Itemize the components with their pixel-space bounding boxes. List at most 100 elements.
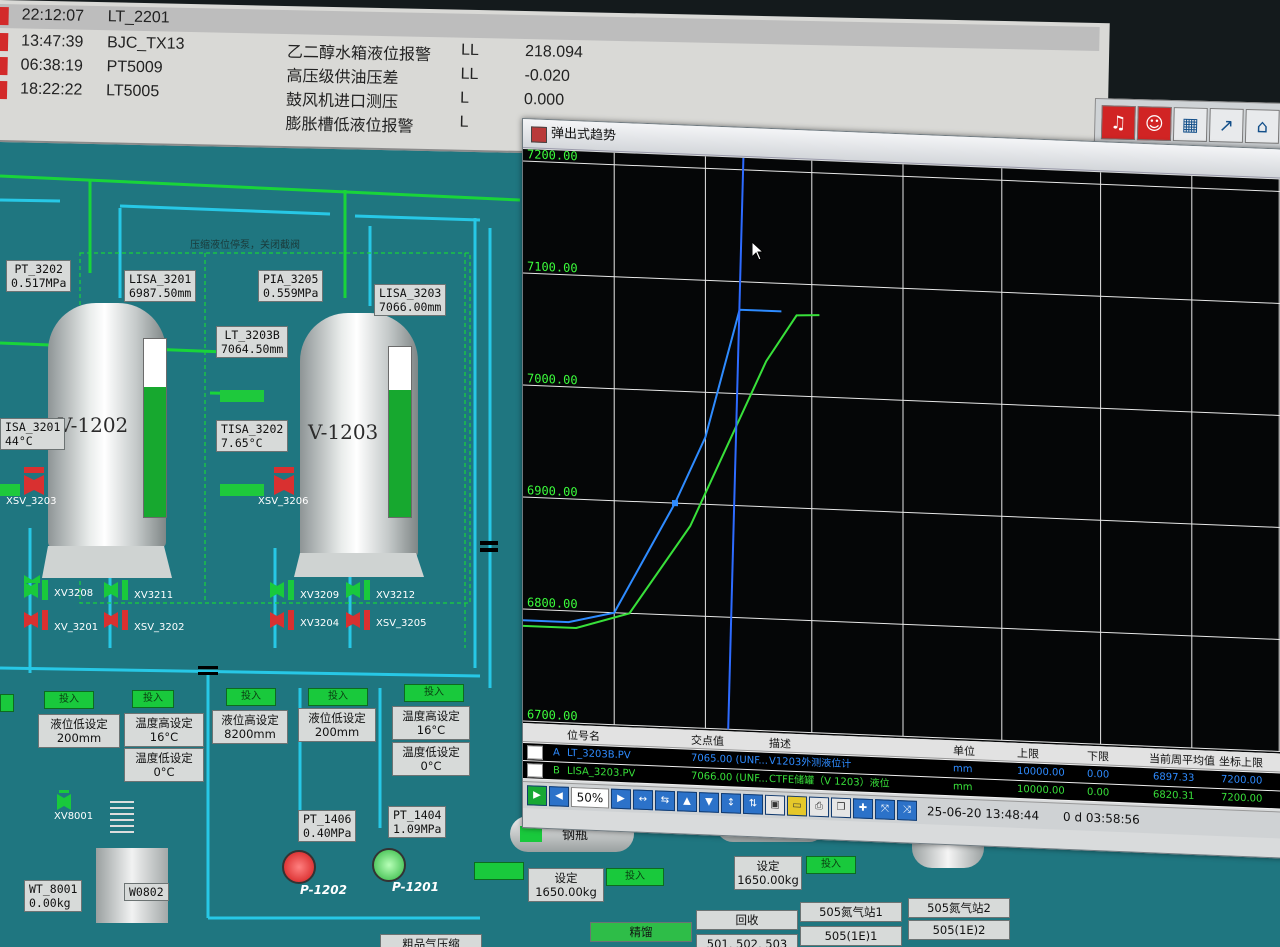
- trend-window-icon: [531, 126, 547, 144]
- scroll-right-icon[interactable]: ▶: [611, 788, 631, 810]
- alarm-person-icon[interactable]: ☺: [1136, 106, 1172, 142]
- scroll-left-icon[interactable]: ◀: [549, 786, 569, 807]
- table-icon[interactable]: ▦: [1172, 107, 1208, 142]
- tab-distillation[interactable]: 精馏: [590, 922, 692, 942]
- tab-505-1e-1[interactable]: 505(1E)1: [800, 926, 902, 946]
- play-icon[interactable]: ▶: [527, 785, 547, 807]
- enable-button[interactable]: 投入: [308, 688, 368, 706]
- setpoint-value: 8200mm: [224, 727, 276, 741]
- pen-select-icon[interactable]: ✚: [853, 798, 873, 820]
- pump-p1202[interactable]: [282, 850, 316, 884]
- tab-501-502-503[interactable]: 501, 502, 503: [696, 934, 798, 947]
- alarm-flag: [0, 80, 8, 100]
- setpoint-temp-low-1202[interactable]: 温度低设定 0°C: [124, 748, 204, 782]
- instrument-tag: TISA_3202: [221, 422, 284, 436]
- alarm-value: 0.000: [523, 90, 565, 109]
- instrument-lt3203b[interactable]: LT_3203B 7064.50mm: [216, 326, 289, 358]
- pen-a-tag: LT_3203B.PV: [567, 747, 631, 762]
- alarm-tag: LT_2201: [107, 8, 170, 27]
- alarm-bell-icon[interactable]: ♫: [1100, 105, 1136, 141]
- instrument-w0802[interactable]: W0802: [124, 883, 169, 901]
- pen-a-value: 7065.00 (UNF...: [691, 752, 767, 767]
- setpoint-label: 液位高设定: [221, 713, 279, 727]
- instrument-pt3202[interactable]: PT_3202 0.517MPa: [6, 260, 72, 292]
- col-axis-high: 坐标上限: [1219, 754, 1263, 770]
- enable-button[interactable]: 投入: [44, 691, 94, 709]
- instrument-lisa3201[interactable]: LISA_3201 6987.50mm: [124, 270, 197, 302]
- building-icon[interactable]: ⌂: [1244, 108, 1280, 144]
- tab-n2-station-2[interactable]: 505氮气站2: [908, 898, 1010, 918]
- alarm-value: 218.094: [524, 43, 584, 62]
- y-tick-label: 7100.00: [527, 259, 578, 275]
- setpoint-label: 温度低设定: [402, 745, 460, 759]
- instrument-tisa3202[interactable]: TISA_3202 7.65°C: [216, 420, 289, 452]
- copy-icon[interactable]: ❐: [831, 797, 851, 819]
- pen-a-checkbox[interactable]: [527, 745, 543, 760]
- print-icon[interactable]: ⎙: [809, 796, 829, 818]
- enable-button[interactable]: 投入: [404, 684, 464, 702]
- instrument-tisa3201[interactable]: ISA_3201 44°C: [0, 418, 66, 450]
- enable-button[interactable]: 投入: [606, 868, 664, 886]
- scroll-down-icon[interactable]: ▼: [699, 792, 719, 813]
- save-icon[interactable]: ▣: [765, 794, 785, 816]
- setpoint-value: 0°C: [153, 765, 175, 779]
- setpoint-temp-high-1202[interactable]: 温度高设定 16°C: [124, 713, 204, 747]
- pen-b-high: 10000.00: [1017, 783, 1065, 797]
- setpoint-level-low-1203[interactable]: 液位低设定 200mm: [298, 708, 376, 742]
- trend-icon[interactable]: ↗: [1208, 108, 1244, 143]
- pen-a-low: 0.00: [1087, 768, 1110, 781]
- setpoint-temp-low-1203[interactable]: 温度低设定 0°C: [392, 742, 470, 776]
- enable-button[interactable]: 投入: [806, 856, 856, 874]
- alarm-time: 22:12:07: [21, 6, 85, 25]
- tab-recovery[interactable]: 回收: [696, 910, 798, 930]
- setpoint-temp-high-1203[interactable]: 温度高设定 16°C: [392, 706, 470, 740]
- fit-x-icon[interactable]: ⤧: [875, 799, 895, 820]
- setpoint-label: 设定: [756, 859, 780, 873]
- zoom-out-y-icon[interactable]: ⇅: [743, 793, 763, 815]
- setpoint-level-low-1202[interactable]: 液位低设定 200mm: [38, 714, 120, 748]
- enable-button[interactable]: 投入: [132, 690, 174, 708]
- tab-n2-station-1[interactable]: 505氮气站1: [800, 902, 902, 922]
- trend-time-span: 0 d 03:58:56: [1063, 809, 1140, 827]
- instrument-pt1404[interactable]: PT_1404 1.09MPa: [388, 806, 447, 838]
- grid-line-y: [523, 384, 1280, 417]
- cylinder-1-setpoint[interactable]: 设定 1650.00kg: [528, 868, 604, 902]
- instrument-pt1406[interactable]: PT_1406 0.40MPa: [298, 810, 357, 842]
- alarm-flag: [0, 32, 9, 52]
- folder-icon[interactable]: ▭: [787, 795, 807, 817]
- alarm-time: 06:38:19: [20, 56, 84, 75]
- zoom-in-y-icon[interactable]: ↕: [721, 792, 741, 814]
- enable-button-partial[interactable]: [0, 694, 14, 712]
- pen-b-avg: 6820.31: [1153, 789, 1195, 803]
- trend-chart-svg[interactable]: 7200.00 7100.00 7000.00 6900.00 6800.00 6700.…: [523, 149, 1280, 772]
- time-cursor-line: [727, 157, 745, 730]
- instrument-lisa3203[interactable]: LISA_3203 7066.00mm: [374, 284, 447, 316]
- alarm-flag: [0, 56, 8, 76]
- zoom-out-x-icon[interactable]: ↔: [633, 789, 653, 811]
- y-tick-label: 6700.00: [527, 707, 578, 723]
- setpoint-label: 设定: [554, 871, 578, 885]
- bottom-nav: 粗品气压缩 精馏 回收 505氮气站1 505氮气站2 501, 502, 50…: [360, 898, 1010, 947]
- setpoint-level-high-1203[interactable]: 液位高设定 8200mm: [212, 710, 288, 744]
- pen-b-checkbox[interactable]: [527, 763, 543, 778]
- tab-505-1e-2[interactable]: 505(1E)2: [908, 920, 1010, 940]
- pump-p1201[interactable]: [372, 848, 406, 882]
- trend-timestamp: 25-06-20 13:48:44: [927, 804, 1040, 823]
- zoom-in-x-icon[interactable]: ⇆: [655, 790, 675, 812]
- cylinder-2-setpoint[interactable]: 设定 1650.00kg: [734, 856, 802, 890]
- popup-trend-window[interactable]: 弹出式趋势 7200.00 7100.00 7000.00 6900.00 6800.0…: [522, 118, 1280, 859]
- pen-b-id: B: [553, 765, 560, 777]
- tab-crude-compression[interactable]: 粗品气压缩: [380, 934, 482, 947]
- zoom-level[interactable]: 50%: [571, 786, 609, 809]
- scroll-up-icon[interactable]: ▲: [677, 791, 697, 813]
- fit-y-icon[interactable]: ⤨: [897, 800, 917, 821]
- enable-button[interactable]: 投入: [226, 688, 276, 706]
- pen-a-id: A: [553, 747, 560, 759]
- instrument-wt8001[interactable]: WT_8001 0.00kg: [24, 880, 83, 912]
- instrument-pia3205[interactable]: PIA_3205 0.559MPa: [258, 270, 324, 302]
- trend-plot-area[interactable]: 7200.00 7100.00 7000.00 6900.00 6800.00 6700.…: [523, 149, 1280, 772]
- valve-xsv3203-label: XSV_3203: [6, 496, 57, 507]
- setpoint-value: 0°C: [420, 759, 442, 773]
- y-tick-label: 6800.00: [527, 595, 578, 611]
- spring-symbol: [110, 801, 134, 833]
